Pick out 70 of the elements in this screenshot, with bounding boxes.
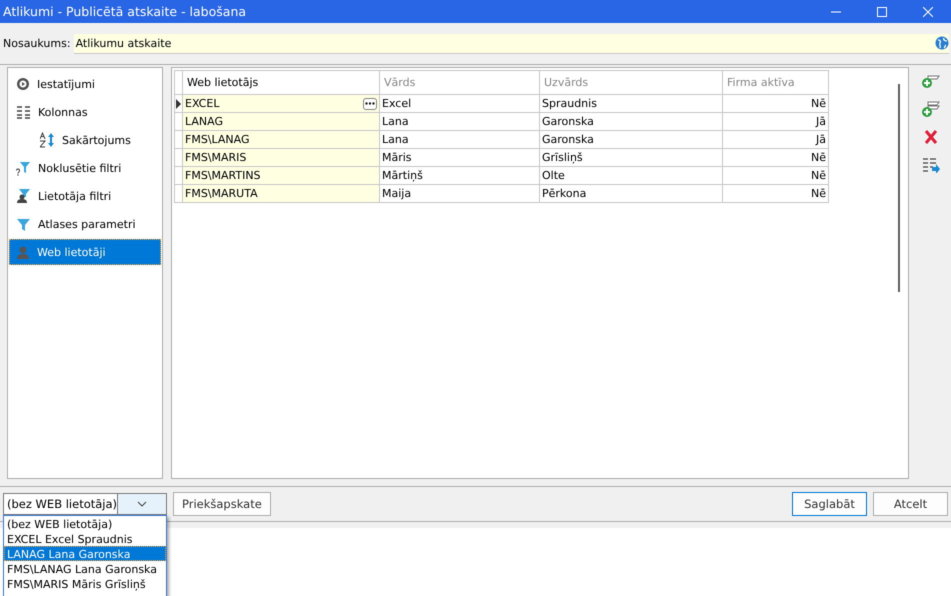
- column-list-button[interactable]: [922, 157, 940, 173]
- dropdown-option[interactable]: EXCEL Excel Spraudnis: [4, 531, 166, 546]
- filter-icon: [16, 216, 31, 232]
- table-cell: Excel: [380, 94, 540, 112]
- action-button[interactable]: Saglabāt: [792, 492, 867, 516]
- table-cell: Nē: [722, 148, 828, 166]
- sidebar-item[interactable]: Web lietotāji: [9, 239, 161, 265]
- user-icon: [16, 245, 30, 259]
- table-cell: Mārtiņš: [380, 166, 540, 184]
- column-header[interactable]: Web lietotājs: [182, 70, 380, 94]
- copy-row-icon: [922, 101, 940, 117]
- window-title: Atlikumi - Publicētā atskaite - labošana: [3, 4, 248, 19]
- delete-button[interactable]: [922, 129, 940, 145]
- delete-icon: [922, 129, 940, 145]
- columns-icon: [16, 104, 31, 120]
- column-header[interactable]: Uzvārds: [540, 70, 722, 94]
- table-cell: Garonska: [540, 130, 722, 148]
- table-cell: Nē: [722, 166, 828, 184]
- table-cell: EXCEL: [185, 97, 220, 110]
- table-cell: Nē: [722, 94, 828, 112]
- ellipsis-button[interactable]: [363, 98, 377, 110]
- table-cell: Pērkona: [540, 184, 722, 202]
- add-row-button[interactable]: [922, 73, 940, 89]
- sidebar-item[interactable]: Kolonnas: [9, 99, 161, 125]
- table-cell: FMS\MARUTA: [182, 184, 380, 202]
- column-list-icon: [922, 157, 940, 173]
- field-label: Nosaukums:: [3, 37, 71, 50]
- table-cell: Spraudnis: [540, 94, 722, 112]
- table-cell: Maija: [380, 184, 540, 202]
- ellipsis-icon: [365, 102, 375, 105]
- table-cell: FMS\LANAG: [182, 130, 380, 148]
- action-button[interactable]: Atcelt: [873, 492, 948, 516]
- sidebar-item[interactable]: Noklusētie filtri: [9, 155, 161, 181]
- column-header[interactable]: Firma aktīva: [722, 70, 828, 94]
- user-dropdown[interactable]: (bez WEB lietotāja): [3, 493, 167, 515]
- table-cell: Jā: [722, 130, 828, 148]
- table-cell: Garonska: [540, 112, 722, 130]
- table-cell: FMS\MARIS: [182, 148, 380, 166]
- filter-user-icon: [16, 188, 31, 204]
- name-field[interactable]: Atlikumu atskaite: [74, 34, 949, 54]
- row-indicator[interactable]: [174, 94, 182, 112]
- filter-icon: [16, 160, 31, 176]
- table-cell: Lana: [380, 130, 540, 148]
- add-row-icon: [922, 73, 940, 89]
- sidebar-item[interactable]: Lietotāja filtri: [9, 183, 161, 209]
- copy-row-button[interactable]: [922, 101, 940, 117]
- maximize-icon: [877, 6, 887, 16]
- dropdown-option[interactable]: FMS\LANAG Lana Garonska: [4, 561, 166, 576]
- globe-icon: [935, 36, 949, 50]
- table-cell: Jā: [722, 112, 828, 130]
- column-header[interactable]: Vārds: [380, 70, 540, 94]
- table-cell: Lana: [380, 112, 540, 130]
- sidebar-item[interactable]: Sakārtojums: [9, 127, 161, 153]
- table-cell: Grīsliņš: [540, 148, 722, 166]
- table-cell: Māris: [380, 148, 540, 166]
- chevron-down-icon: [137, 501, 148, 507]
- header-cell: [174, 70, 182, 94]
- close-icon: [923, 6, 933, 16]
- dropdown-option[interactable]: (bez WEB lietotāja): [4, 516, 166, 531]
- preview-button[interactable]: Priekšapskate: [173, 492, 271, 516]
- table-cell: Nē: [722, 184, 828, 202]
- sort-icon: [40, 132, 55, 148]
- dropdown-option[interactable]: FMS\MARIS Māris Grīsliņš: [4, 576, 166, 591]
- scrollbar[interactable]: [898, 84, 900, 292]
- sidebar-item[interactable]: Iestatījumi: [9, 71, 161, 97]
- sidebar-item[interactable]: Atlases parametri: [9, 211, 161, 237]
- dropdown-option[interactable]: LANAG Lana Garonska: [4, 546, 166, 561]
- table-cell: FMS\MARTINS: [182, 166, 380, 184]
- table-cell: LANAG: [182, 112, 380, 130]
- table-cell: Olte: [540, 166, 722, 184]
